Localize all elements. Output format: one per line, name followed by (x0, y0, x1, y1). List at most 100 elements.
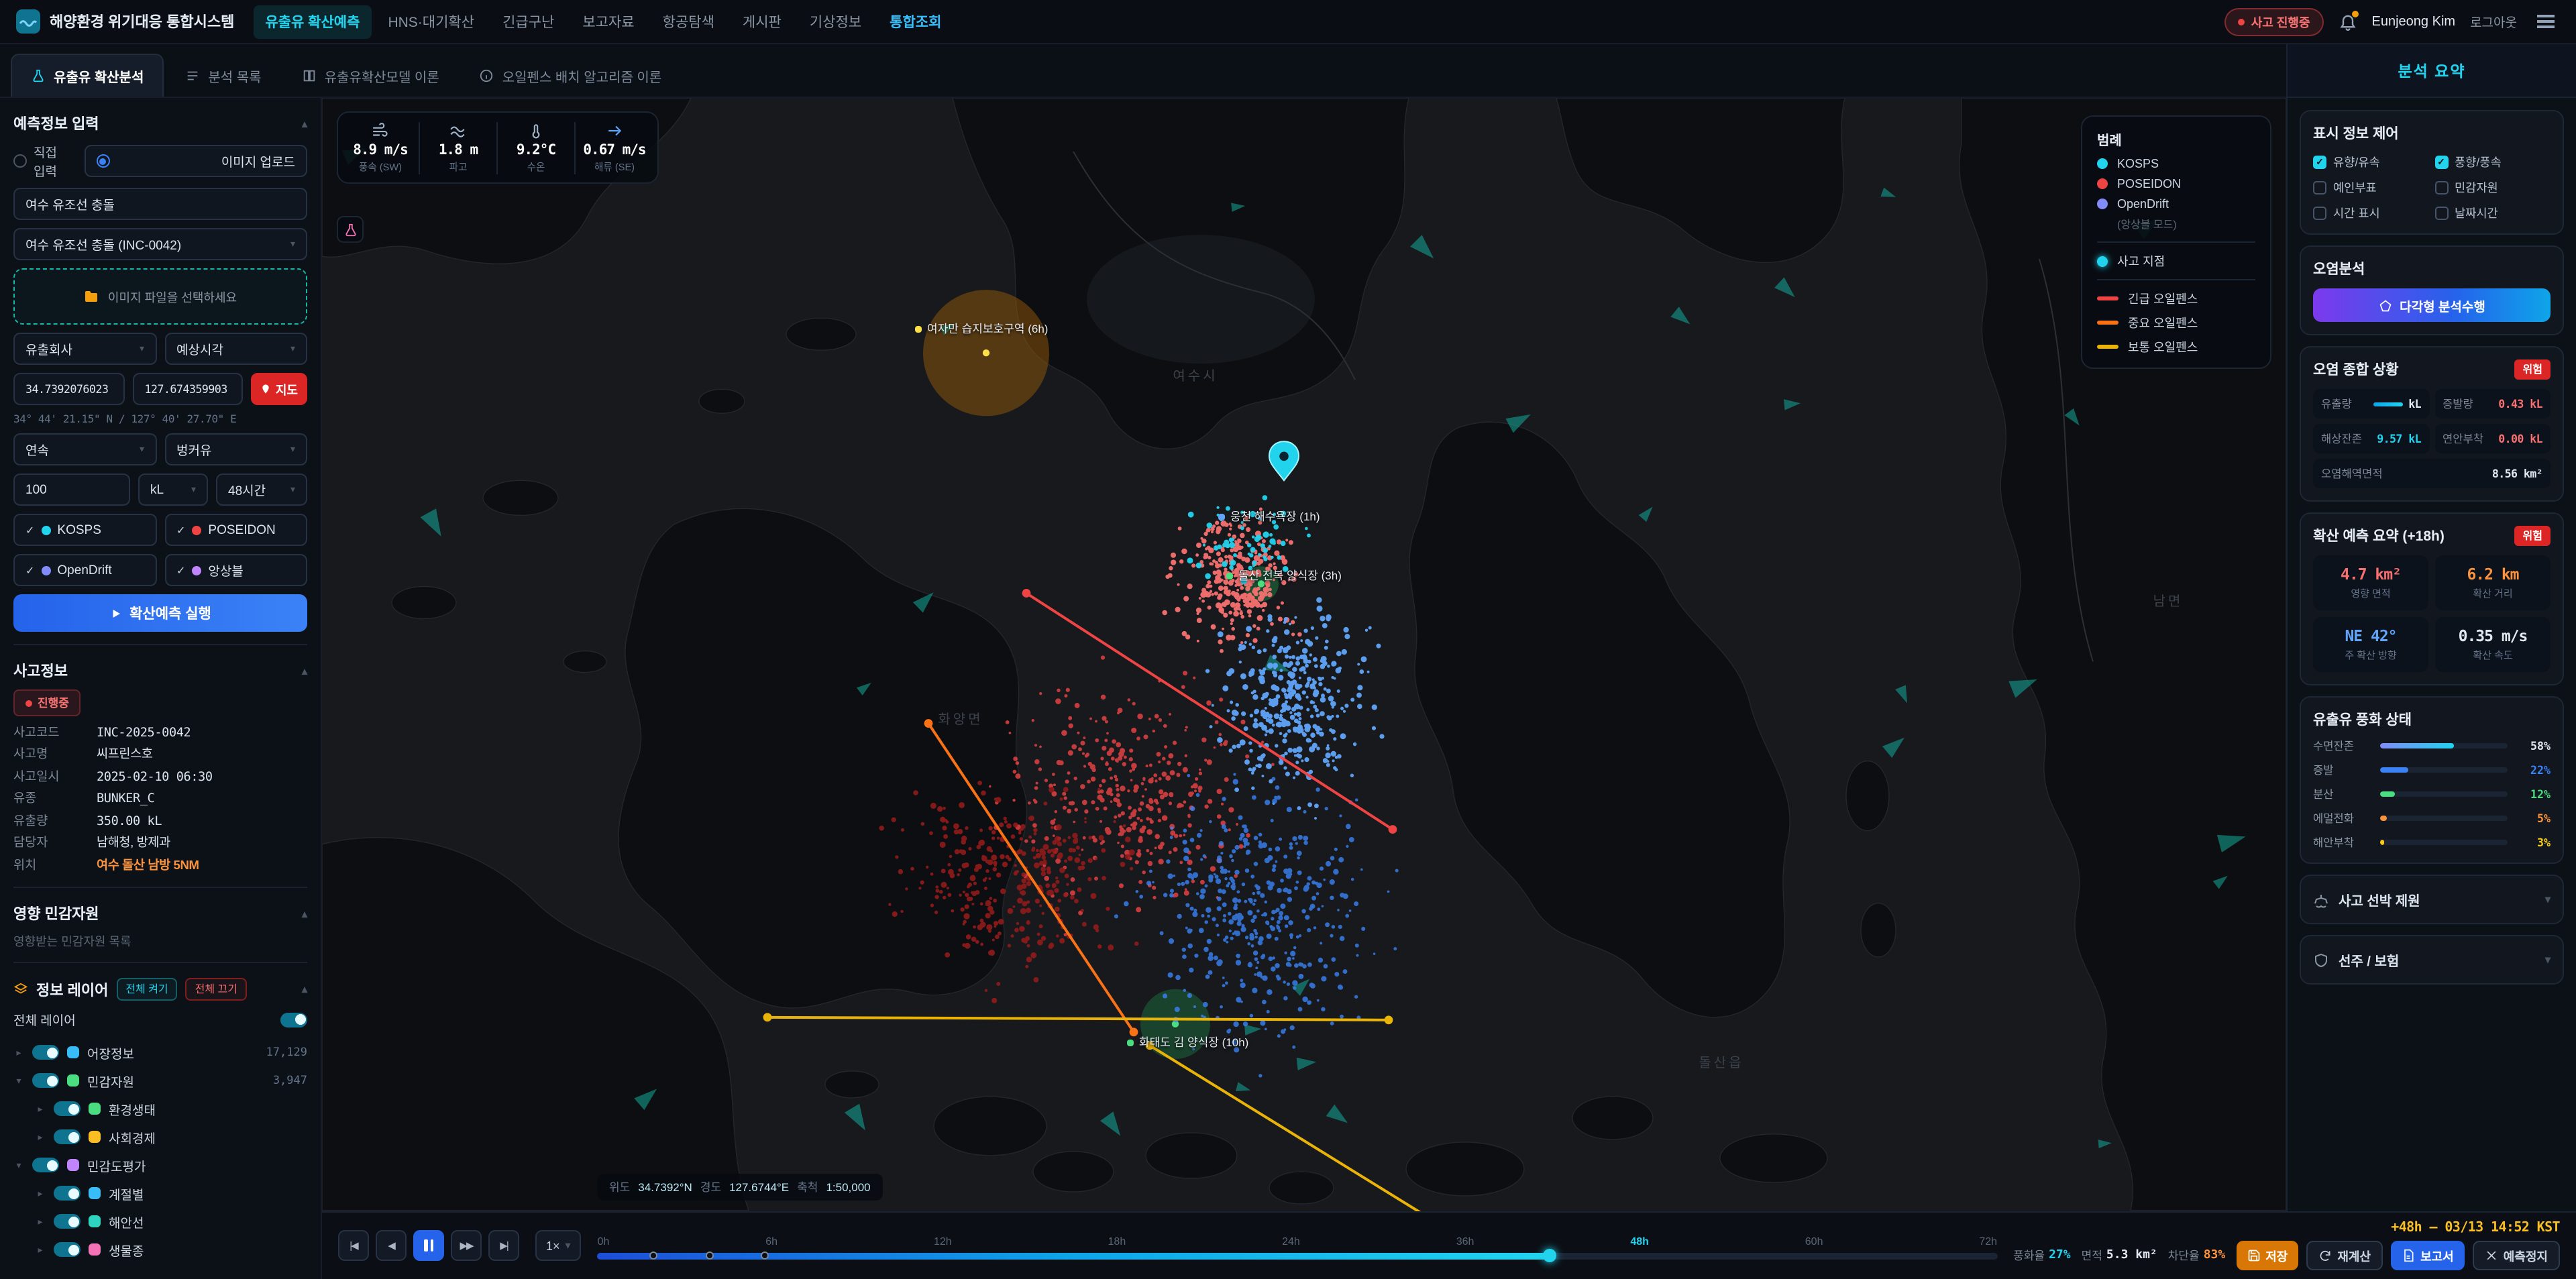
display-checkbox[interactable]: ✓유향/유속 (2313, 153, 2429, 170)
map-canvas[interactable] (322, 98, 2286, 1211)
tab-1[interactable]: 유출유 확산분석 (11, 54, 164, 97)
layer-row-6[interactable]: ▸계절별 (13, 1180, 307, 1208)
direct-input-radio[interactable]: 직접 입력 (13, 142, 66, 180)
menu-icon[interactable] (2532, 10, 2560, 34)
tab-3[interactable]: 유출유확산모델 이론 (283, 54, 458, 97)
top-menu-item-1[interactable]: 유출유 확산예측 (253, 5, 372, 38)
all-layers-off-button[interactable]: 전체 끄기 (186, 979, 247, 1001)
predict-section-header[interactable]: 예측정보 입력 ▴ (13, 113, 307, 134)
layer-row-1[interactable]: ▸어장정보17,129 (13, 1039, 307, 1067)
layer-row-4[interactable]: ▸사회경제 (13, 1123, 307, 1152)
layer-row-3[interactable]: ▸환경생태 (13, 1095, 307, 1123)
snapshot-marker[interactable] (705, 1252, 713, 1260)
save-button[interactable]: 저장 (2236, 1241, 2298, 1270)
incident-name-input[interactable] (13, 188, 307, 220)
layer-row-2[interactable]: ▾민감자원3,947 (13, 1067, 307, 1095)
vessel-spec-section[interactable]: 사고 선박 제원▾ (2300, 875, 2564, 924)
ship-icon (2313, 891, 2329, 907)
chevron-icon[interactable]: ▸ (35, 1245, 46, 1256)
image-upload-dropzone[interactable]: 이미지 파일을 선택하세요 (13, 268, 307, 325)
company-select-value: 유출회사 (25, 339, 72, 358)
tab-4[interactable]: 오일펜스 배치 알고리즘 이론 (461, 54, 681, 97)
top-menu-item-5[interactable]: 항공탐색 (651, 5, 727, 38)
run-prediction-button[interactable]: 확산예측 실행 (13, 594, 307, 632)
top-menu-item-8[interactable]: 통합조회 (877, 5, 953, 38)
layer-toggle[interactable] (54, 1215, 80, 1229)
oil-type-select[interactable]: 벙커유▾ (164, 433, 307, 465)
tab-2[interactable]: 분석 목록 (166, 54, 280, 97)
display-checkbox[interactable]: ✓풍향/풍속 (2434, 153, 2551, 170)
incident-status-badge[interactable]: 사고 진행중 (2224, 7, 2324, 36)
model-chip-3[interactable]: ✓OpenDrift (13, 554, 156, 586)
timeline-thumb[interactable] (1542, 1249, 1556, 1262)
sensitive-section-header[interactable]: 영향 민감자원 ▴ (13, 903, 307, 925)
amount-input[interactable] (13, 474, 130, 506)
pause-button[interactable] (413, 1230, 444, 1261)
skip-end-button[interactable]: ▶| (488, 1230, 519, 1261)
model-chip-1[interactable]: ✓KOSPS (13, 514, 156, 546)
model-chip-4[interactable]: ✓앙상블 (164, 554, 307, 586)
layer-toggle[interactable] (54, 1130, 80, 1145)
skip-start-button[interactable]: |◀ (338, 1230, 369, 1261)
layer-toggle[interactable] (54, 1102, 80, 1117)
chevron-icon[interactable]: ▾ (13, 1160, 24, 1171)
stop-prediction-button[interactable]: 예측정지 (2473, 1241, 2560, 1270)
latitude-input[interactable] (13, 373, 124, 405)
chevron-icon[interactable]: ▸ (35, 1217, 46, 1227)
chevron-icon[interactable]: ▸ (35, 1132, 46, 1143)
display-checkbox[interactable]: 날짜시간 (2434, 204, 2551, 221)
incident-select[interactable]: 여수 유조선 충돌 (INC-0042) ▾ (13, 228, 307, 260)
display-checkbox[interactable]: 시간 표시 (2313, 204, 2429, 221)
layers-section-header[interactable]: 정보 레이어 전체 켜기 전체 끄기 ▴ (13, 979, 307, 1001)
layer-toggle[interactable] (54, 1243, 80, 1258)
unit-select[interactable]: kL▾ (138, 474, 208, 506)
company-select[interactable]: 유출회사▾ (13, 333, 156, 365)
top-menu-item-4[interactable]: 보고자료 (570, 5, 646, 38)
map-style-tool-button[interactable] (337, 216, 364, 243)
all-layers-on-button[interactable]: 전체 켜기 (116, 979, 177, 1001)
playback-speed-select[interactable]: 1× ▾ (535, 1230, 582, 1261)
chevron-icon[interactable]: ▸ (35, 1104, 46, 1115)
chevron-icon[interactable]: ▾ (13, 1076, 24, 1087)
report-button[interactable]: 보고서 (2391, 1241, 2465, 1270)
master-layer-toggle[interactable] (280, 1013, 307, 1027)
layer-toggle[interactable] (32, 1074, 59, 1089)
longitude-input[interactable] (132, 373, 243, 405)
unit-value: kL (150, 482, 164, 497)
step-back-button[interactable]: ◀ (376, 1230, 407, 1261)
owner-insurance-section[interactable]: 선주 / 보험▾ (2300, 935, 2564, 985)
logout-button[interactable]: 로그아웃 (2470, 12, 2517, 31)
top-menu-item-2[interactable]: HNS·대기확산 (376, 5, 486, 38)
pick-on-map-button[interactable]: 지도 (252, 373, 307, 405)
layer-toggle[interactable] (32, 1046, 59, 1060)
display-checkbox[interactable]: 예인부표 (2313, 178, 2429, 196)
notifications-bell-icon[interactable] (2339, 12, 2357, 31)
top-menu-item-6[interactable]: 게시판 (731, 5, 794, 38)
display-checkbox[interactable]: 민감자원 (2434, 178, 2551, 196)
model-chip-2[interactable]: ✓POSEIDON (164, 514, 307, 546)
image-upload-radio[interactable]: 이미지 업로드 (85, 145, 307, 177)
duration-select[interactable]: 48시간▾ (216, 474, 307, 506)
spill-mode-select[interactable]: 연속▾ (13, 433, 156, 465)
timeline-track[interactable] (598, 1252, 1998, 1259)
top-menu-item-7[interactable]: 기상정보 (798, 5, 873, 38)
incident-section-header[interactable]: 사고정보 ▴ (13, 660, 307, 681)
fast-forward-button[interactable]: ▶▶ (451, 1230, 482, 1261)
layer-row-5[interactable]: ▾민감도평가 (13, 1152, 307, 1180)
summary-title: 분석 요약 (2398, 60, 2465, 81)
top-menu-item-3[interactable]: 긴급구난 (490, 5, 566, 38)
poi-marker-icon (1218, 513, 1225, 520)
layer-row-7[interactable]: ▸해안선 (13, 1208, 307, 1236)
recalculate-button[interactable]: 재계산 (2306, 1241, 2383, 1270)
checkbox-icon (2434, 180, 2448, 194)
polygon-analysis-button[interactable]: 다각형 분석수행 (2313, 288, 2551, 322)
chevron-icon[interactable]: ▸ (13, 1048, 24, 1058)
snapshot-marker[interactable] (649, 1252, 657, 1260)
snapshot-marker[interactable] (761, 1252, 769, 1260)
layer-toggle[interactable] (54, 1186, 80, 1201)
layer-toggle[interactable] (32, 1158, 59, 1173)
chevron-icon[interactable]: ▸ (35, 1188, 46, 1199)
expected-time-select[interactable]: 예상시각▾ (164, 333, 307, 365)
weathering-percent: 3% (2516, 836, 2551, 849)
layer-row-8[interactable]: ▸생물종 (13, 1236, 307, 1264)
